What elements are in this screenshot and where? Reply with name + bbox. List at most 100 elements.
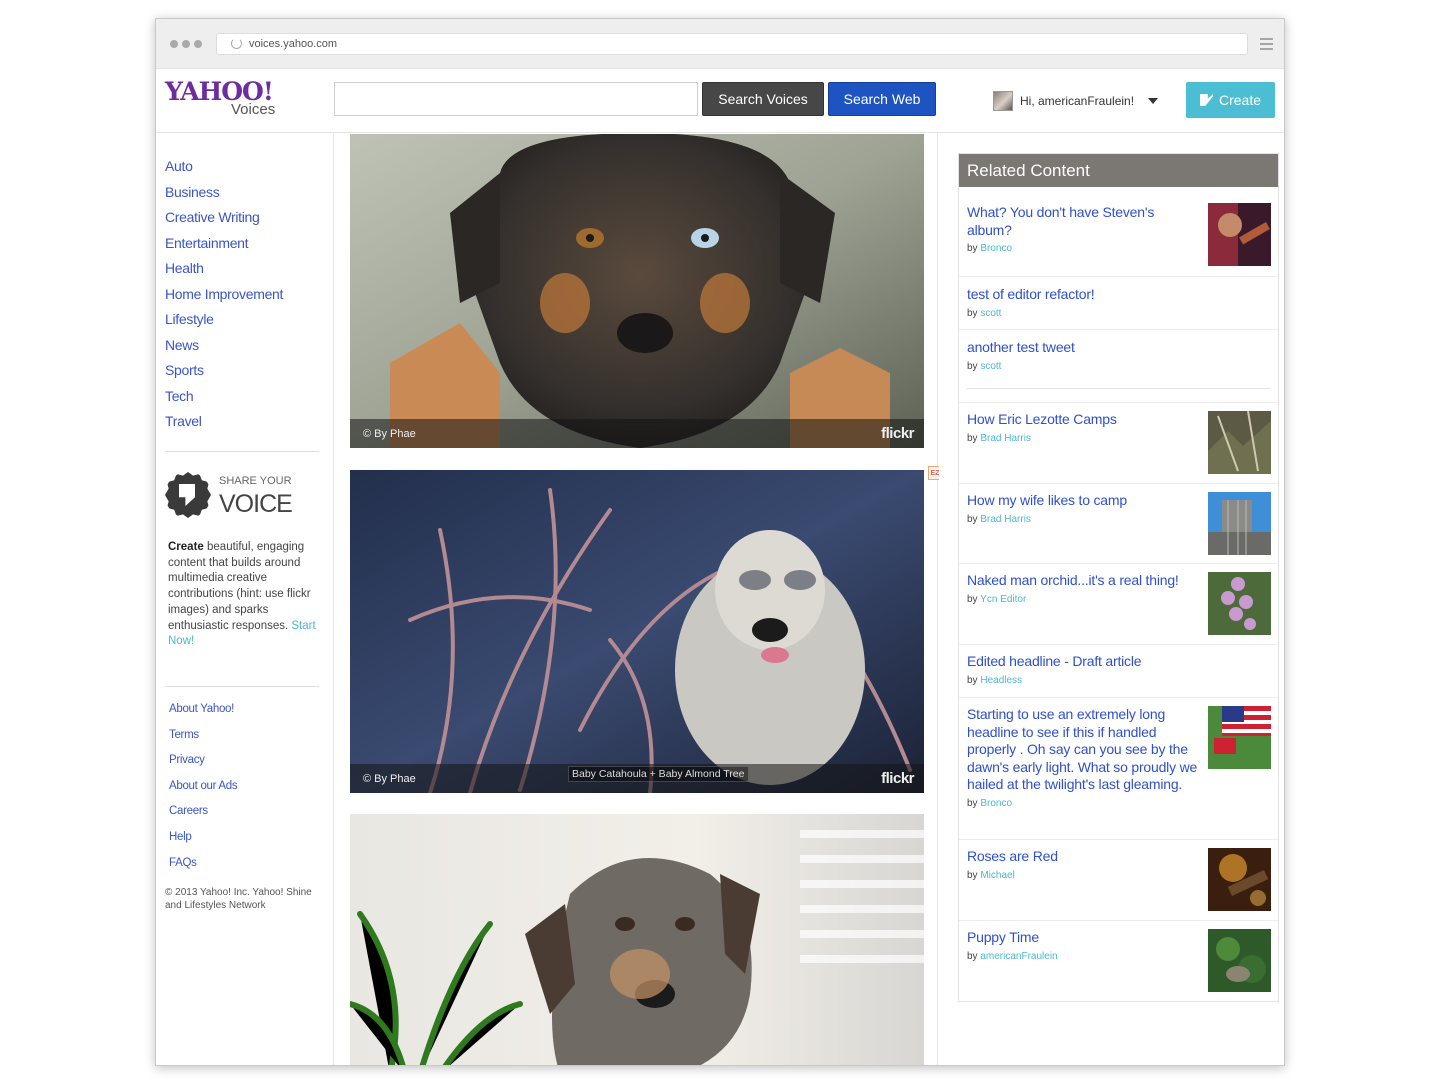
related-item[interactable]: How my wife likes to camp by Brad Harris bbox=[959, 484, 1278, 564]
search-voices-button[interactable]: Search Voices bbox=[702, 82, 824, 116]
photo-credit: © By Phae bbox=[363, 428, 416, 440]
related-item-author[interactable]: scott bbox=[980, 361, 1001, 372]
related-item-title[interactable]: Puppy Time bbox=[967, 929, 1198, 947]
reload-icon[interactable] bbox=[231, 38, 242, 49]
copyright: © 2013 Yahoo! Inc. Yahoo! Shine and Life… bbox=[165, 887, 312, 911]
footer-link-about[interactable]: About Yahoo! bbox=[169, 703, 237, 729]
photo-card[interactable]: © By Phae Baby Catahoula + Baby Almond T… bbox=[350, 470, 924, 793]
browser-window: voices.yahoo.com YAHOO! Voices Search Vo… bbox=[155, 18, 1285, 1066]
related-item[interactable]: Puppy Time by americanFraulein bbox=[959, 921, 1278, 1001]
related-item-title[interactable]: What? You don't have Steven's album? bbox=[967, 204, 1198, 239]
category-link-creative-writing[interactable]: Creative Writing bbox=[165, 209, 283, 235]
related-item-thumbnail[interactable] bbox=[1208, 203, 1271, 266]
divider bbox=[959, 383, 1278, 403]
related-item-author[interactable]: Bronco bbox=[980, 243, 1012, 254]
footer-link-terms[interactable]: Terms bbox=[169, 729, 237, 755]
related-item[interactable]: How Eric Lezotte Camps by Brad Harris bbox=[959, 403, 1278, 484]
category-link-business[interactable]: Business bbox=[165, 184, 283, 210]
dog-photo-image[interactable] bbox=[350, 470, 924, 793]
related-item[interactable]: Edited headline - Draft article by Headl… bbox=[959, 645, 1278, 698]
window-controls[interactable] bbox=[170, 40, 202, 48]
related-content-panel: Related Content What? You don't have Ste… bbox=[958, 153, 1279, 1002]
category-link-lifestyle[interactable]: Lifestyle bbox=[165, 311, 283, 337]
photo-card[interactable]: © By Phae flickr bbox=[350, 134, 924, 448]
category-link-travel[interactable]: Travel bbox=[165, 413, 283, 439]
footer-link-careers[interactable]: Careers bbox=[169, 805, 237, 831]
menu-icon[interactable] bbox=[1260, 38, 1273, 53]
related-item[interactable]: Naked man orchid...it's a real thing! by… bbox=[959, 564, 1278, 645]
divider bbox=[165, 686, 319, 687]
share-text-bold: Create bbox=[168, 541, 204, 553]
flickr-logo[interactable]: flickr bbox=[881, 770, 914, 787]
byline-prefix: by bbox=[967, 950, 978, 962]
related-item-author[interactable]: Brad Harris bbox=[980, 514, 1031, 525]
search-input[interactable] bbox=[334, 82, 698, 116]
related-item-author[interactable]: Bronco bbox=[980, 798, 1012, 809]
related-item[interactable]: test of editor refactor! by scott bbox=[959, 277, 1278, 330]
related-item-title[interactable]: another test tweet bbox=[967, 339, 1270, 357]
divider bbox=[165, 451, 319, 452]
footer-link-ads[interactable]: About our Ads bbox=[169, 780, 238, 806]
user-greeting[interactable]: Hi, americanFraulein! bbox=[1020, 94, 1134, 108]
search-web-button[interactable]: Search Web bbox=[828, 82, 936, 116]
related-item-byline: by Bronco bbox=[967, 798, 1208, 809]
related-item-byline: by Ycn Editor bbox=[967, 594, 1206, 605]
photo-stream: © By Phae flickr © By Phae Baby Catahoul… bbox=[334, 134, 938, 1066]
category-link-health[interactable]: Health bbox=[165, 260, 283, 286]
category-link-home-improvement[interactable]: Home Improvement bbox=[165, 286, 283, 312]
related-item-author[interactable]: Michael bbox=[980, 870, 1014, 881]
photo-card[interactable] bbox=[350, 814, 924, 1066]
close-dot-icon[interactable] bbox=[170, 40, 178, 48]
related-item-author[interactable]: Ycn Editor bbox=[980, 594, 1026, 605]
create-button[interactable]: Create bbox=[1186, 82, 1275, 118]
user-menu[interactable]: Hi, americanFraulein! bbox=[993, 91, 1159, 111]
byline-prefix: by bbox=[967, 797, 978, 809]
related-item-thumbnail[interactable] bbox=[1208, 848, 1271, 911]
footer-link-help[interactable]: Help bbox=[169, 831, 237, 857]
related-item-author[interactable]: Headless bbox=[980, 675, 1022, 686]
related-item-thumbnail[interactable] bbox=[1208, 706, 1271, 769]
logo-subtitle[interactable]: Voices bbox=[231, 101, 275, 118]
related-item-thumbnail[interactable] bbox=[1208, 492, 1271, 555]
related-item-title[interactable]: How Eric Lezotte Camps bbox=[967, 411, 1198, 429]
edit-icon bbox=[1199, 94, 1213, 106]
avatar[interactable] bbox=[993, 91, 1013, 111]
category-link-auto[interactable]: Auto bbox=[165, 158, 283, 184]
related-item[interactable]: Starting to use an extremely long headli… bbox=[959, 698, 1278, 840]
share-text-body: beautiful, engaging content that builds … bbox=[168, 541, 311, 632]
category-link-entertainment[interactable]: Entertainment bbox=[165, 235, 283, 261]
related-item-thumbnail[interactable] bbox=[1208, 411, 1271, 474]
url-text[interactable]: voices.yahoo.com bbox=[249, 38, 337, 50]
category-link-sports[interactable]: Sports bbox=[165, 362, 283, 388]
related-item-author[interactable]: scott bbox=[980, 308, 1001, 319]
related-item[interactable]: What? You don't have Steven's album? by … bbox=[959, 187, 1278, 277]
voice-badge-icon bbox=[165, 472, 211, 518]
flickr-logo[interactable]: flickr bbox=[881, 425, 914, 442]
address-bar[interactable]: voices.yahoo.com bbox=[216, 33, 1248, 55]
yahoo-voices-logo[interactable]: YAHOO! Voices bbox=[165, 79, 275, 119]
dog-photo-image[interactable] bbox=[350, 814, 924, 1066]
maximize-dot-icon[interactable] bbox=[194, 40, 202, 48]
byline-prefix: by bbox=[967, 674, 978, 686]
related-item-thumbnail[interactable] bbox=[1208, 929, 1271, 992]
related-item-title[interactable]: Starting to use an extremely long headli… bbox=[967, 706, 1208, 794]
dog-photo-image[interactable] bbox=[350, 134, 924, 448]
minimize-dot-icon[interactable] bbox=[182, 40, 190, 48]
related-item-thumbnail[interactable] bbox=[1208, 572, 1271, 635]
related-item[interactable]: another test tweet by scott bbox=[959, 330, 1278, 383]
related-item-title[interactable]: Roses are Red bbox=[967, 848, 1198, 866]
related-item-title[interactable]: Edited headline - Draft article bbox=[967, 653, 1270, 671]
byline-prefix: by bbox=[967, 593, 978, 605]
category-link-tech[interactable]: Tech bbox=[165, 388, 283, 414]
photo-credit: © By Phae bbox=[363, 773, 416, 785]
related-item-title[interactable]: How my wife likes to camp bbox=[967, 492, 1198, 510]
related-item-title[interactable]: test of editor refactor! bbox=[967, 286, 1270, 304]
related-item-title[interactable]: Naked man orchid...it's a real thing! bbox=[967, 572, 1206, 590]
chevron-down-icon[interactable] bbox=[1148, 98, 1159, 104]
category-link-news[interactable]: News bbox=[165, 337, 283, 363]
related-item-author[interactable]: americanFraulein bbox=[980, 951, 1057, 962]
related-item[interactable]: Roses are Red by Michael bbox=[959, 840, 1278, 921]
related-item-author[interactable]: Brad Harris bbox=[980, 433, 1031, 444]
footer-link-faqs[interactable]: FAQs bbox=[169, 857, 237, 883]
footer-link-privacy[interactable]: Privacy bbox=[169, 754, 237, 780]
